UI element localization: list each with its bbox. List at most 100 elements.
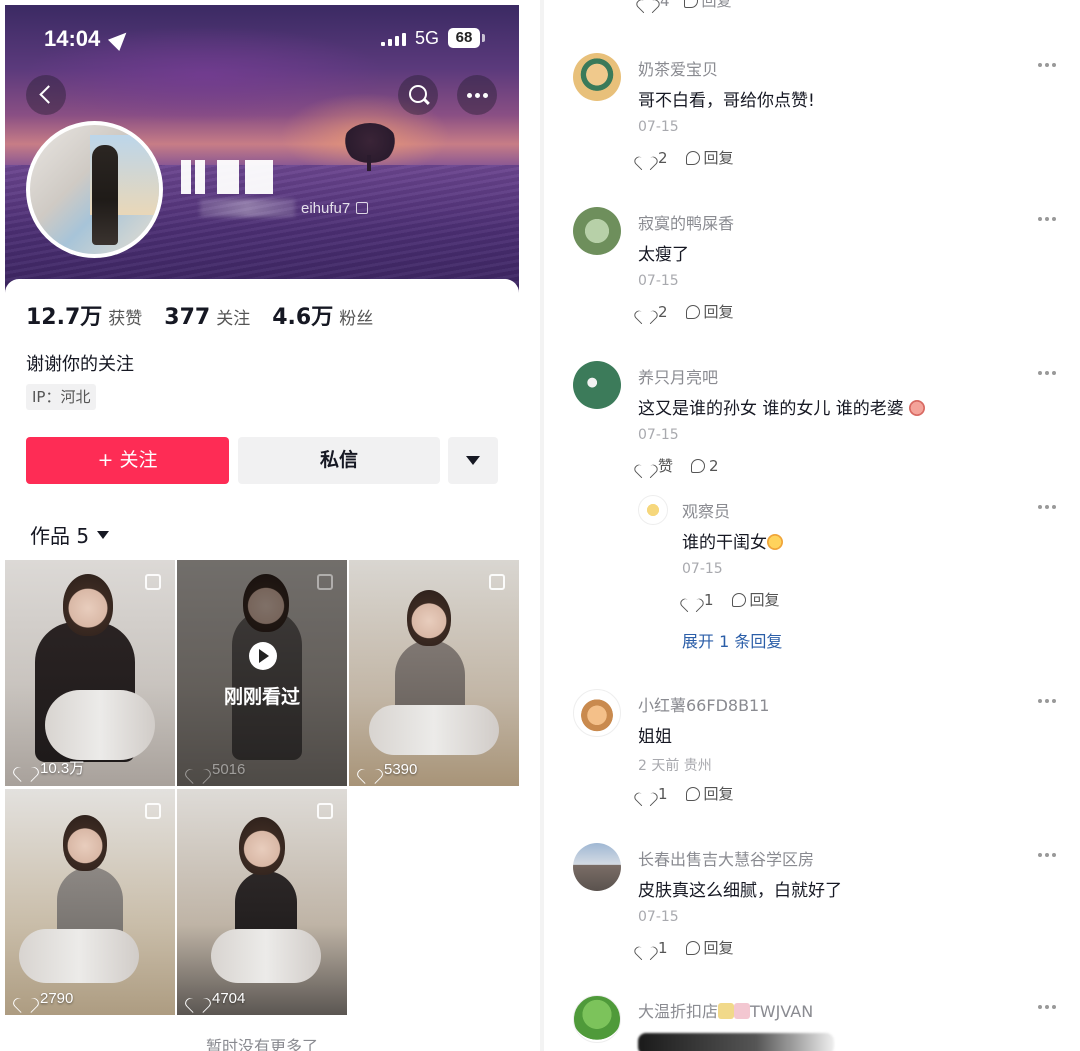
stat-followers[interactable]: 4.6万 粉丝	[272, 299, 373, 331]
multi-image-icon	[317, 803, 333, 819]
comment-author[interactable]: 小红薯66FD8B11	[638, 692, 769, 716]
reply-button[interactable]: 回复	[685, 147, 734, 168]
profile-stats: 12.7万 获赞 377 关注 4.6万 粉丝	[26, 299, 395, 331]
caret-down-icon	[97, 530, 110, 539]
reply-bubble-icon	[685, 150, 700, 165]
heart-icon	[189, 991, 206, 1006]
avatar[interactable]	[638, 495, 668, 525]
video-tile[interactable]: 5390	[349, 560, 519, 786]
like-button[interactable]: 1	[638, 785, 668, 803]
back-icon[interactable]	[26, 75, 66, 115]
reply-button[interactable]: 回复	[685, 783, 734, 804]
like-button[interactable]: 2	[638, 303, 668, 321]
emoji-icon	[909, 400, 926, 416]
handle-text: eihufu7	[301, 199, 351, 217]
reply-button[interactable]: 2	[691, 457, 719, 475]
comment-date: 07-15	[638, 427, 679, 443]
battery-icon: 68	[448, 28, 480, 48]
comment-author[interactable]: 观察员	[682, 498, 730, 522]
ip-location-tag: IP：河北	[26, 384, 97, 410]
video-tile[interactable]: 10.3万	[5, 560, 175, 786]
comment-text: 谁的干闺女	[682, 528, 783, 553]
previous-comment-actions: 4 回复	[640, 0, 732, 11]
recently-viewed-label: 刚刚看过	[223, 686, 300, 708]
profile-bio: 谢谢你的关注	[26, 354, 134, 375]
profile-screen: 14:04 5G 68 eihufu7 12.7万 获赞 377 关注 4.6万…	[0, 0, 524, 1051]
comment-author[interactable]: 奶茶爱宝贝	[638, 56, 718, 80]
more-options-icon[interactable]	[1038, 217, 1056, 221]
like-button[interactable]: 1	[638, 939, 668, 957]
video-tile[interactable]: 2790	[5, 789, 175, 1015]
message-button[interactable]: 私信	[238, 437, 440, 484]
video-tile[interactable]: 4704	[177, 789, 347, 1015]
avatar[interactable]	[573, 995, 621, 1043]
comment-date: 07-15	[638, 909, 679, 925]
more-options-icon[interactable]	[1038, 1005, 1056, 1009]
reply-bubble-icon	[685, 304, 700, 319]
more-options-icon[interactable]	[1038, 371, 1056, 375]
comment-author[interactable]: 长春出售吉大慧谷学区房	[638, 846, 814, 870]
more-options-icon[interactable]	[1038, 63, 1056, 67]
stat-following[interactable]: 377 关注	[164, 304, 250, 330]
blurred-comment-image	[638, 1033, 834, 1051]
heart-outline-icon	[638, 305, 654, 319]
like-button[interactable]: 1	[684, 591, 714, 609]
avatar[interactable]	[573, 53, 621, 101]
multi-image-icon	[145, 803, 161, 819]
follow-button[interactable]: + 关注	[26, 437, 229, 484]
emoji-icon	[767, 534, 783, 550]
comment-date: 07-15	[638, 273, 679, 289]
signal-icon	[381, 33, 406, 46]
reply-bubble-icon	[683, 0, 698, 8]
expand-replies-link[interactable]: 展开 1 条回复	[682, 628, 782, 652]
video-tile[interactable]: 刚刚看过 5016	[177, 560, 347, 786]
recommend-dropdown-button[interactable]	[448, 437, 498, 484]
works-tab[interactable]: 作品 5	[30, 520, 110, 549]
avatar[interactable]	[573, 361, 621, 409]
heart-outline-icon	[638, 151, 654, 165]
like-button[interactable]: 2	[638, 149, 668, 167]
comment-text: 这又是谁的孙女 谁的女儿 谁的老婆	[638, 394, 926, 419]
more-options-icon[interactable]	[1038, 853, 1056, 857]
heart-outline-icon	[638, 941, 654, 955]
more-options-icon[interactable]	[1038, 505, 1056, 509]
comment-text: 太瘦了	[638, 245, 689, 265]
reply-bubble-icon	[731, 592, 746, 607]
reply-button[interactable]: 回复	[685, 937, 734, 958]
heart-icon	[361, 762, 378, 777]
comment-author[interactable]: 养只月亮吧	[638, 364, 718, 388]
reply-button[interactable]: 回复	[731, 589, 780, 610]
no-more-content: 暂时没有更多了	[205, 1037, 318, 1051]
search-icon[interactable]	[398, 75, 438, 115]
multi-image-icon	[145, 574, 161, 590]
profile-avatar[interactable]	[26, 121, 163, 258]
like-button[interactable]: 赞	[638, 455, 673, 476]
reply-bubble-icon	[691, 458, 706, 473]
profile-handle[interactable]: eihufu7	[200, 199, 369, 217]
comment-text: 皮肤真这么细腻，白就好了	[638, 881, 842, 901]
comments-panel: 4 回复 奶茶爱宝贝 哥不白看，哥给你点赞! 07-15 2 回复 寂寞的鸭屎香…	[544, 0, 1080, 1051]
heart-outline-icon	[638, 787, 654, 801]
stat-likes[interactable]: 12.7万 获赞	[26, 299, 142, 331]
comment-date: 07-15	[638, 119, 679, 135]
play-icon	[249, 642, 277, 670]
avatar[interactable]	[573, 207, 621, 255]
heart-icon	[189, 762, 206, 777]
copy-icon[interactable]	[356, 202, 369, 214]
network-type: 5G	[415, 28, 440, 48]
reply-bubble-icon	[685, 786, 700, 801]
comment-text: 哥不白看，哥给你点赞!	[638, 91, 815, 111]
comment-date: 2 天前 贵州	[638, 758, 712, 774]
comment-text: 姐姐	[638, 727, 672, 747]
heart-outline-icon	[638, 459, 654, 473]
avatar[interactable]	[573, 689, 621, 737]
more-options-icon[interactable]	[1038, 699, 1056, 703]
comment-author[interactable]: 大温折扣店 TWJVAN	[638, 998, 813, 1022]
comment-author[interactable]: 寂寞的鸭屎香	[638, 210, 734, 234]
avatar[interactable]	[573, 843, 621, 891]
more-icon[interactable]	[457, 75, 497, 115]
heart-icon	[17, 991, 34, 1006]
status-time: 14:04	[44, 26, 101, 51]
heart-outline-icon	[684, 593, 700, 607]
reply-button[interactable]: 回复	[685, 301, 734, 322]
